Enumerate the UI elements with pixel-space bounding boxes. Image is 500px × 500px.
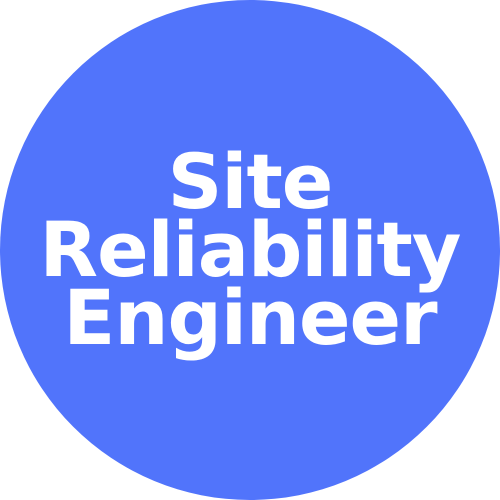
badge-circle: Site Reliability Engineer [0,0,500,500]
title-line-engineer: Engineer [63,273,437,362]
badge-canvas: Site Reliability Engineer [0,0,500,500]
